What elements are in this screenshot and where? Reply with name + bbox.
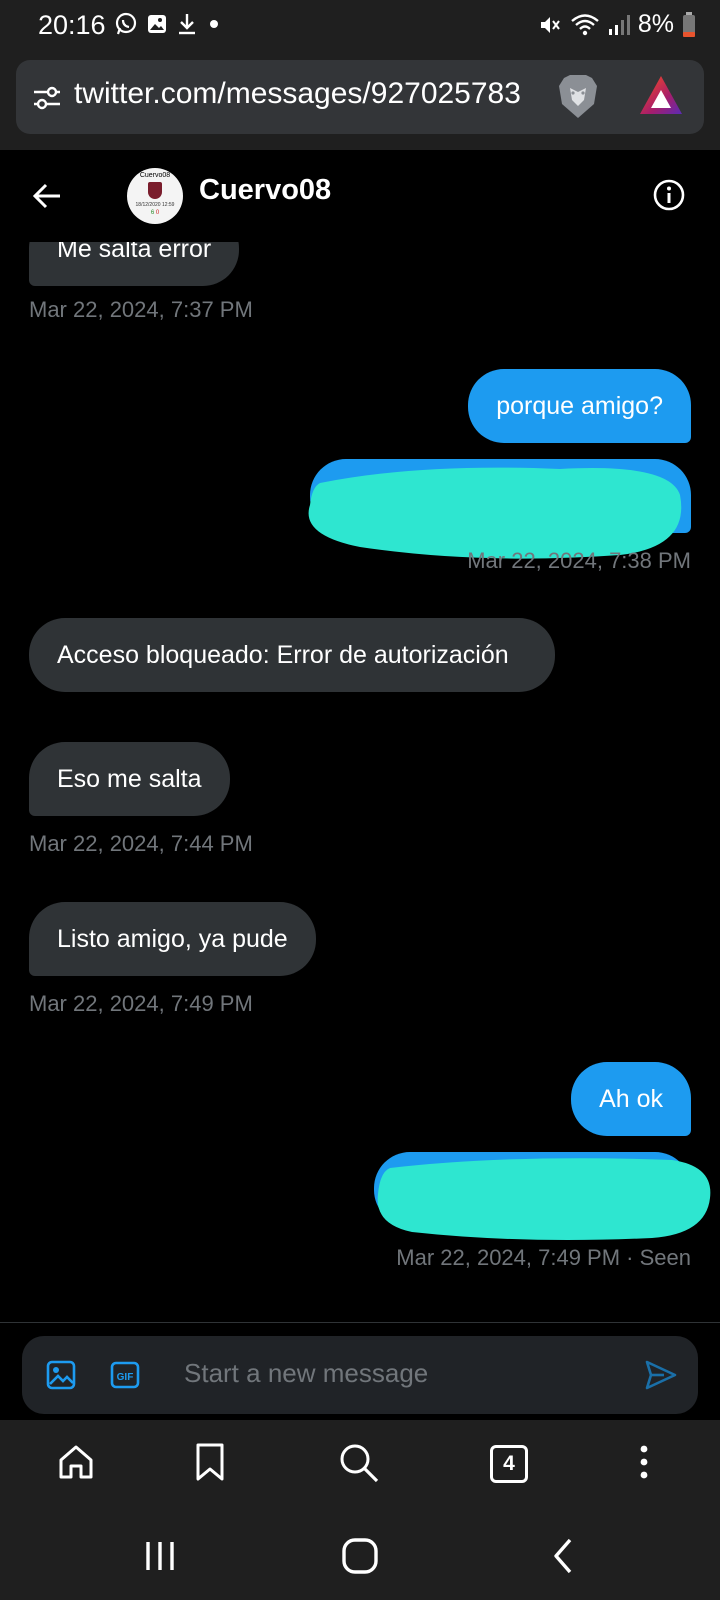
browser-bottom-toolbar: 4 bbox=[0, 1420, 720, 1512]
brave-shield-icon[interactable] bbox=[556, 74, 600, 120]
message-timestamp: Mar 22, 2024, 7:37 PM bbox=[29, 297, 253, 322]
message-text: porque amigo? bbox=[496, 392, 663, 420]
back-button-icon[interactable] bbox=[548, 1536, 578, 1576]
system-navigation-bar bbox=[0, 1512, 720, 1600]
message-timestamp: Mar 22, 2024, 7:38 PM bbox=[467, 548, 691, 573]
message-timestamp: Mar 22, 2024, 7:49 PM · Seen bbox=[396, 1245, 691, 1270]
message-incoming[interactable]: Eso me salta bbox=[29, 742, 230, 816]
conversation-name[interactable]: Cuervo08 bbox=[199, 174, 331, 207]
info-icon[interactable] bbox=[652, 178, 686, 212]
status-time: 20:16 bbox=[38, 10, 106, 40]
avatar-date: 18/12/2020 12:59 bbox=[135, 202, 175, 208]
whatsapp-icon bbox=[115, 12, 137, 35]
send-icon[interactable] bbox=[644, 1359, 678, 1391]
image-icon[interactable] bbox=[46, 1360, 76, 1390]
mute-icon bbox=[540, 16, 560, 33]
browser-toolbar: twitter.com/messages/927025783 bbox=[0, 52, 720, 150]
message-timestamp: Mar 22, 2024, 7:44 PM bbox=[29, 831, 253, 856]
wifi-icon bbox=[571, 13, 599, 35]
avatar-votes: 6 0 bbox=[127, 210, 183, 216]
site-settings-icon[interactable] bbox=[32, 83, 62, 113]
gallery-icon bbox=[148, 15, 166, 33]
url-bar[interactable]: twitter.com/messages/927025783 bbox=[16, 60, 704, 134]
signal-icon bbox=[608, 14, 630, 35]
message-text: Eso me salta bbox=[57, 765, 202, 793]
brave-rewards-icon[interactable] bbox=[638, 74, 684, 118]
message-text: Acceso bloqueado: Error de autorización bbox=[57, 641, 509, 669]
avatar[interactable]: Cuervo08 18/12/2020 12:59 6 0 bbox=[127, 168, 183, 224]
status-bar: 20:16 8% bbox=[0, 0, 720, 52]
message-text: Listo amigo, ya pude bbox=[57, 925, 288, 953]
battery-percentage: 8% bbox=[637, 10, 674, 38]
bookmark-icon[interactable] bbox=[194, 1442, 226, 1482]
battery-icon bbox=[683, 11, 695, 37]
back-arrow-icon[interactable] bbox=[28, 176, 68, 216]
system-icons: 8% bbox=[538, 10, 696, 39]
url-text[interactable]: twitter.com/messages/927025783 bbox=[74, 77, 521, 111]
thumbs-up-count: 6 bbox=[150, 210, 155, 216]
search-icon[interactable] bbox=[338, 1442, 380, 1484]
shield-logo-icon bbox=[148, 182, 162, 199]
dot-icon bbox=[210, 20, 218, 28]
message-text: Ah ok bbox=[599, 1085, 663, 1113]
message-composer: GIF Start a new message bbox=[22, 1336, 698, 1414]
recent-apps-icon[interactable] bbox=[140, 1536, 180, 1576]
gif-icon[interactable]: GIF bbox=[110, 1360, 140, 1390]
message-timestamp: Mar 22, 2024, 7:49 PM bbox=[29, 991, 253, 1016]
conversation-header: Cuervo08 18/12/2020 12:59 6 0 Cuervo08 bbox=[0, 150, 720, 242]
avatar-caption: Cuervo08 bbox=[139, 172, 171, 179]
message-outgoing[interactable]: Ah ok bbox=[571, 1062, 691, 1136]
home-button-icon[interactable] bbox=[340, 1536, 380, 1576]
more-options-icon[interactable] bbox=[628, 1442, 660, 1482]
download-icon bbox=[179, 14, 195, 35]
notification-icons bbox=[114, 12, 222, 36]
redaction-scribble bbox=[377, 1158, 711, 1240]
message-outgoing[interactable]: porque amigo? bbox=[468, 369, 691, 443]
tab-count-button[interactable]: 4 bbox=[490, 1445, 528, 1483]
message-incoming[interactable]: Acceso bloqueado: Error de autorización bbox=[29, 618, 555, 692]
home-icon[interactable] bbox=[56, 1442, 96, 1482]
thumbs-down-count: 0 bbox=[155, 210, 160, 216]
message-input[interactable]: Start a new message bbox=[184, 1358, 428, 1389]
composer-divider bbox=[0, 1322, 720, 1323]
message-incoming[interactable]: Listo amigo, ya pude bbox=[29, 902, 316, 976]
svg-text:GIF: GIF bbox=[117, 1372, 134, 1383]
